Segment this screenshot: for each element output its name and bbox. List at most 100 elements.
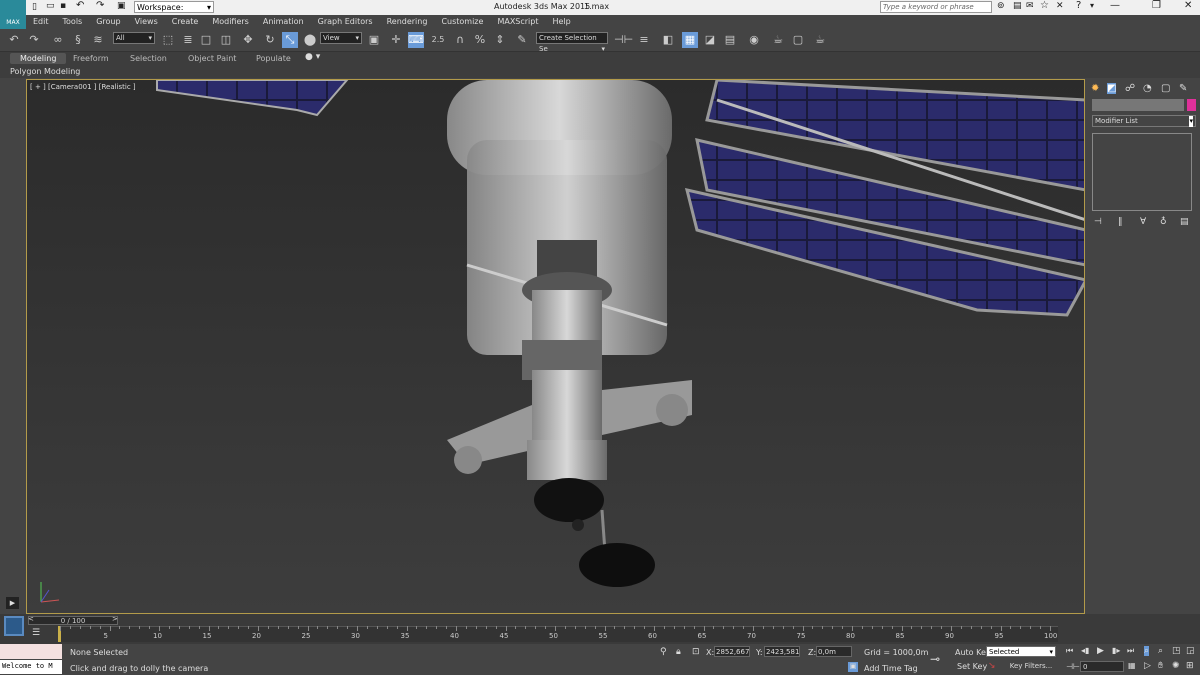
tab-selection[interactable]: Selection: [130, 54, 167, 63]
menu-views[interactable]: Views: [128, 15, 165, 29]
menu-group[interactable]: Group: [89, 15, 127, 29]
spinner-snap-icon[interactable]: ⇕: [492, 32, 508, 48]
modify-tab-icon[interactable]: ◩: [1107, 83, 1117, 94]
next-frame-icon[interactable]: ▮▸: [1112, 646, 1120, 655]
menu-customize[interactable]: Customize: [434, 15, 490, 29]
tab-freeform[interactable]: Freeform: [73, 54, 109, 63]
unlink-icon[interactable]: §: [70, 32, 86, 48]
menu-help[interactable]: Help: [546, 15, 578, 29]
window-crossing-icon[interactable]: ◫: [218, 32, 234, 48]
menu-animation[interactable]: Animation: [256, 15, 311, 29]
qat-redo-icon[interactable]: ↷: [96, 0, 104, 11]
maximize-icon[interactable]: ❐: [1152, 0, 1161, 11]
pan-view-icon[interactable]: ✋︎: [1158, 661, 1163, 671]
binoculars-icon[interactable]: ⊚: [997, 1, 1005, 11]
menu-graph-editors[interactable]: Graph Editors: [311, 15, 380, 29]
previous-frame-icon[interactable]: ◂▮: [1081, 646, 1089, 655]
field-of-view-icon[interactable]: ▷: [1144, 661, 1151, 671]
motion-tab-icon[interactable]: ◔: [1143, 83, 1152, 94]
workspace-dropdown[interactable]: Workspace: Default▾: [134, 1, 214, 23]
z-coordinate-field[interactable]: 0,0m: [816, 646, 852, 657]
angle-snap-icon[interactable]: ∩: [452, 32, 468, 48]
y-coordinate-field[interactable]: 2423,581: [764, 646, 800, 657]
rendered-frame-window-icon[interactable]: ▢: [790, 32, 806, 48]
zoom-extents-icon[interactable]: ◳: [1172, 646, 1181, 656]
time-slider[interactable]: 0 / 100: [28, 616, 118, 625]
ribbon-options-icon[interactable]: ● ▾: [305, 52, 320, 62]
selection-filter-dropdown[interactable]: All ▾: [113, 32, 155, 44]
tab-populate[interactable]: Populate: [256, 54, 291, 63]
modifier-stack[interactable]: [1092, 133, 1192, 211]
menu-tools[interactable]: Tools: [56, 15, 90, 29]
tab-modeling[interactable]: Modeling: [10, 53, 67, 64]
communication-icon[interactable]: ✉: [1026, 1, 1034, 11]
key-mode-toggle-icon[interactable]: ⊣⊢: [1066, 662, 1080, 671]
lock-icon[interactable]: ⚲: [660, 647, 667, 657]
hierarchy-tab-icon[interactable]: ☍: [1125, 83, 1135, 94]
mirror-icon[interactable]: ⊣⊢: [614, 32, 633, 48]
help-icon[interactable]: ?: [1076, 0, 1081, 11]
polygon-modeling-panel[interactable]: Polygon Modeling: [10, 67, 80, 76]
align-icon[interactable]: ≡: [636, 32, 652, 48]
key-filters-button[interactable]: Key Filters...: [1006, 661, 1056, 672]
app-logo[interactable]: MAX: [0, 0, 26, 29]
key-icon[interactable]: ⊸: [930, 652, 940, 666]
orbit-icon[interactable]: ✺: [1172, 661, 1180, 671]
rotate-icon[interactable]: ↻: [262, 32, 278, 48]
display-tab-icon[interactable]: ▢: [1161, 83, 1170, 94]
close-icon[interactable]: ✕: [1184, 0, 1192, 11]
menu-create[interactable]: Create: [165, 15, 206, 29]
remove-modifier-icon[interactable]: ♁: [1160, 217, 1167, 227]
keyboard-shortcut-icon[interactable]: ⌨: [408, 32, 424, 48]
graphite-toolbar-icon[interactable]: ▦: [682, 32, 698, 48]
percent-snap-icon[interactable]: %: [472, 32, 488, 48]
pivot-center-icon[interactable]: ▣: [366, 32, 382, 48]
qat-open-icon[interactable]: ▭: [46, 1, 55, 11]
select-manipulate-icon[interactable]: ✛: [388, 32, 404, 48]
link-icon[interactable]: ∞: [50, 32, 66, 48]
utilities-tab-icon[interactable]: ✎: [1179, 83, 1187, 94]
create-tab-icon[interactable]: ✹: [1091, 83, 1099, 94]
layer-manager-icon[interactable]: ◧: [660, 32, 676, 48]
modifier-list-dropdown[interactable]: Modifier List ▾: [1092, 115, 1196, 127]
play-icon[interactable]: ▶: [1097, 646, 1104, 656]
move-icon[interactable]: ✥: [240, 32, 256, 48]
time-configuration-icon[interactable]: ▦: [1128, 661, 1136, 670]
x-coordinate-field[interactable]: 2852,667m: [714, 646, 750, 657]
maxscript-listener-output[interactable]: Welcome to M: [0, 660, 62, 674]
scale-icon[interactable]: ⤡: [282, 32, 298, 48]
go-to-start-icon[interactable]: ⏮: [1066, 646, 1073, 656]
place-icon[interactable]: ⬤: [302, 32, 318, 48]
render-setup-icon[interactable]: ☕: [770, 32, 786, 48]
configure-sets-icon[interactable]: ▤: [1180, 217, 1189, 227]
object-name-field[interactable]: [1092, 99, 1184, 111]
tab-object-paint[interactable]: Object Paint: [188, 54, 236, 63]
current-frame-field[interactable]: 0: [1080, 661, 1124, 672]
maxscript-mini-listener[interactable]: [0, 644, 62, 659]
select-object-icon[interactable]: ⬚: [160, 32, 176, 48]
named-selection-dropdown[interactable]: Create Selection Se ▾: [536, 32, 608, 53]
add-time-tag[interactable]: Add Time Tag: [864, 664, 918, 673]
zoom-all-icon[interactable]: ⌕: [1158, 646, 1163, 656]
time-slider-right-icon[interactable]: >: [112, 615, 118, 623]
maximize-viewport-icon[interactable]: ⊞: [1186, 661, 1194, 671]
time-slider-left-icon[interactable]: <: [28, 615, 34, 623]
expand-arrow-icon[interactable]: ▶: [6, 597, 19, 609]
go-to-end-icon[interactable]: ⏭: [1127, 646, 1134, 656]
schematic-view-icon[interactable]: ▤: [722, 32, 738, 48]
set-key-icon[interactable]: ↘: [988, 661, 996, 671]
minimize-icon[interactable]: —: [1110, 0, 1120, 11]
qat-hold-icon[interactable]: ▣: [117, 1, 126, 11]
absolute-mode-icon[interactable]: ⊡: [692, 647, 700, 657]
time-tag-icon[interactable]: ▣: [848, 662, 858, 672]
menu-maxscript[interactable]: MAXScript: [490, 15, 545, 29]
curve-editor-icon[interactable]: ◪: [702, 32, 718, 48]
object-color-swatch[interactable]: [1187, 99, 1196, 111]
menu-edit[interactable]: Edit: [26, 15, 56, 29]
snap-toggle-icon[interactable]: 2.5: [430, 32, 446, 48]
undo-icon[interactable]: ↶: [6, 32, 22, 48]
material-editor-icon[interactable]: ◉: [746, 32, 762, 48]
menu-modifiers[interactable]: Modifiers: [205, 15, 256, 29]
favorites-icon[interactable]: ☆: [1040, 0, 1049, 11]
qat-undo-icon[interactable]: ↶: [76, 0, 84, 11]
